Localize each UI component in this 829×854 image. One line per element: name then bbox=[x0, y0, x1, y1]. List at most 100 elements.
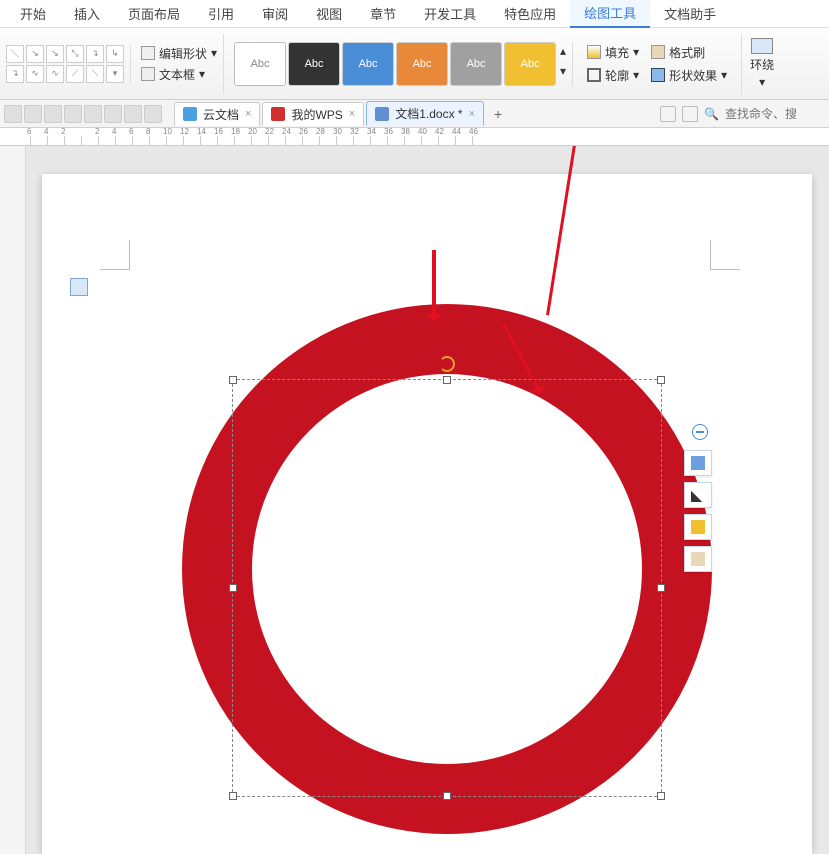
edit-shape-button[interactable]: 编辑形状 ▾ bbox=[141, 45, 217, 62]
ruler-tick: 34 bbox=[370, 136, 387, 146]
shape-style-blue[interactable]: Abc bbox=[342, 42, 394, 86]
fill-button[interactable]: 填充 ▾ bbox=[587, 44, 639, 61]
ruler-tick: 42 bbox=[438, 136, 455, 146]
resize-handle[interactable] bbox=[229, 584, 237, 592]
line-shape-icon[interactable]: ∿ bbox=[26, 65, 44, 83]
ruler-tick: 14 bbox=[200, 136, 217, 146]
gallery-scroll-up-icon[interactable]: ▴ bbox=[560, 44, 566, 64]
line-shape-icon[interactable]: ↴ bbox=[6, 65, 24, 83]
float-effect-button[interactable] bbox=[684, 514, 712, 540]
outline-button[interactable]: 轮廓 ▾ bbox=[587, 67, 639, 84]
line-shape-icon[interactable]: ↘ bbox=[46, 45, 64, 63]
line-shape-icon[interactable]: ∿ bbox=[46, 65, 64, 83]
qa-icon[interactable] bbox=[144, 105, 162, 123]
qa-icon[interactable] bbox=[44, 105, 62, 123]
edit-shape-label: 编辑形状 bbox=[159, 45, 207, 62]
ruler-tick: 22 bbox=[268, 136, 285, 146]
shape-float-toolbar bbox=[684, 424, 712, 572]
resize-handle[interactable] bbox=[229, 792, 237, 800]
resize-handle[interactable] bbox=[443, 376, 451, 384]
search-input[interactable] bbox=[725, 107, 825, 121]
doc-icon bbox=[375, 107, 389, 121]
search-icon[interactable]: 🔍 bbox=[704, 107, 719, 121]
resize-handle[interactable] bbox=[657, 792, 665, 800]
tab-document1[interactable]: 文档1.docx * × bbox=[366, 101, 484, 126]
line-shape-icon[interactable]: ⟋ bbox=[66, 65, 84, 83]
menu-start[interactable]: 开始 bbox=[6, 0, 60, 27]
margin-corner-icon bbox=[100, 240, 130, 270]
rotate-handle-icon[interactable] bbox=[439, 356, 455, 372]
edit-shape-icon bbox=[141, 46, 155, 60]
line-shape-icon[interactable]: ↘ bbox=[26, 45, 44, 63]
shape-lines-gallery[interactable]: ＼ ↘ ↘ ⤡ ↴ ↳ ↴ ∿ ∿ ⟋ ⟍ ▾ bbox=[6, 45, 131, 83]
menu-page-layout[interactable]: 页面布局 bbox=[114, 0, 194, 27]
menu-devtools[interactable]: 开发工具 bbox=[410, 0, 490, 27]
line-shape-icon[interactable]: ↳ bbox=[106, 45, 124, 63]
ruler-tick: 6 bbox=[132, 136, 149, 146]
menu-view[interactable]: 视图 bbox=[302, 0, 356, 27]
menu-doc-assistant[interactable]: 文档助手 bbox=[650, 0, 730, 27]
line-shape-icon[interactable]: ＼ bbox=[6, 45, 24, 63]
close-icon[interactable]: × bbox=[245, 108, 251, 120]
line-shape-icon[interactable]: ↴ bbox=[86, 45, 104, 63]
edit-shape-group: 编辑形状 ▾ 文本框 ▾ bbox=[135, 34, 224, 94]
ruler-tick: 4 bbox=[115, 136, 132, 146]
menu-special[interactable]: 特色应用 bbox=[490, 0, 570, 27]
menu-bar: 开始 插入 页面布局 引用 审阅 视图 章节 开发工具 特色应用 绘图工具 文档… bbox=[0, 0, 829, 28]
ruler-tick: 16 bbox=[217, 136, 234, 146]
qa-icon[interactable] bbox=[124, 105, 142, 123]
ruler-tick: 6 bbox=[30, 136, 47, 146]
brush-icon bbox=[651, 45, 665, 59]
menu-references[interactable]: 引用 bbox=[194, 0, 248, 27]
qa-icon[interactable] bbox=[64, 105, 82, 123]
menu-insert[interactable]: 插入 bbox=[60, 0, 114, 27]
selection-box[interactable] bbox=[232, 379, 662, 797]
tab-my-wps[interactable]: 我的WPS × bbox=[262, 102, 364, 126]
line-shape-icon[interactable]: ⤡ bbox=[66, 45, 84, 63]
gallery-more-icon[interactable]: ▾ bbox=[106, 65, 124, 83]
tab-cloud-docs[interactable]: 云文档 × bbox=[174, 102, 260, 126]
wrap-group: 环绕▾ bbox=[741, 34, 782, 94]
collapse-icon[interactable] bbox=[692, 424, 708, 440]
qa-icon[interactable] bbox=[24, 105, 42, 123]
qa-icon[interactable] bbox=[84, 105, 102, 123]
menu-review[interactable]: 审阅 bbox=[248, 0, 302, 27]
resize-handle[interactable] bbox=[657, 584, 665, 592]
ruler-tick: 4 bbox=[47, 136, 64, 146]
menu-drawing-tools[interactable]: 绘图工具 bbox=[570, 0, 650, 28]
toolbar-icon[interactable] bbox=[660, 106, 676, 122]
float-format-brush-button[interactable] bbox=[684, 546, 712, 572]
shape-style-orange[interactable]: Abc bbox=[396, 42, 448, 86]
ruler-tick: 12 bbox=[183, 136, 200, 146]
shape-style-black[interactable]: Abc bbox=[288, 42, 340, 86]
shape-style-gray[interactable]: Abc bbox=[450, 42, 502, 86]
resize-handle[interactable] bbox=[229, 376, 237, 384]
new-tab-button[interactable]: + bbox=[486, 106, 510, 122]
format-brush-button[interactable]: 格式刷 bbox=[651, 44, 727, 61]
ruler-tick bbox=[81, 136, 98, 146]
qa-icon[interactable] bbox=[104, 105, 122, 123]
ruler-tick: 38 bbox=[404, 136, 421, 146]
menu-chapter[interactable]: 章节 bbox=[356, 0, 410, 27]
horizontal-ruler[interactable]: 6422468101214161820222426283032343638404… bbox=[0, 128, 829, 146]
wrap-icon[interactable] bbox=[751, 38, 773, 54]
float-outline-button[interactable] bbox=[684, 482, 712, 508]
resize-handle[interactable] bbox=[657, 376, 665, 384]
vertical-ruler[interactable] bbox=[0, 146, 26, 854]
shape-style-yellow[interactable]: Abc bbox=[504, 42, 556, 86]
qa-icon[interactable] bbox=[4, 105, 22, 123]
shape-format-group: 填充 ▾ 格式刷 轮廓 ▾ 形状效果 ▾ bbox=[577, 44, 737, 84]
page-marker-icon[interactable] bbox=[70, 278, 88, 296]
textbox-button[interactable]: 文本框 ▾ bbox=[141, 66, 217, 83]
margin-corner-icon bbox=[710, 240, 740, 270]
resize-handle[interactable] bbox=[443, 792, 451, 800]
effect-icon bbox=[691, 520, 705, 534]
shape-style-white[interactable]: Abc bbox=[234, 42, 286, 86]
close-icon[interactable]: × bbox=[349, 108, 355, 120]
shape-effect-button[interactable]: 形状效果 ▾ bbox=[651, 67, 727, 84]
line-shape-icon[interactable]: ⟍ bbox=[86, 65, 104, 83]
gallery-scroll-down-icon[interactable]: ▾ bbox=[560, 64, 566, 84]
close-icon[interactable]: × bbox=[469, 108, 475, 120]
float-fill-button[interactable] bbox=[684, 450, 712, 476]
toolbar-icon[interactable] bbox=[682, 106, 698, 122]
